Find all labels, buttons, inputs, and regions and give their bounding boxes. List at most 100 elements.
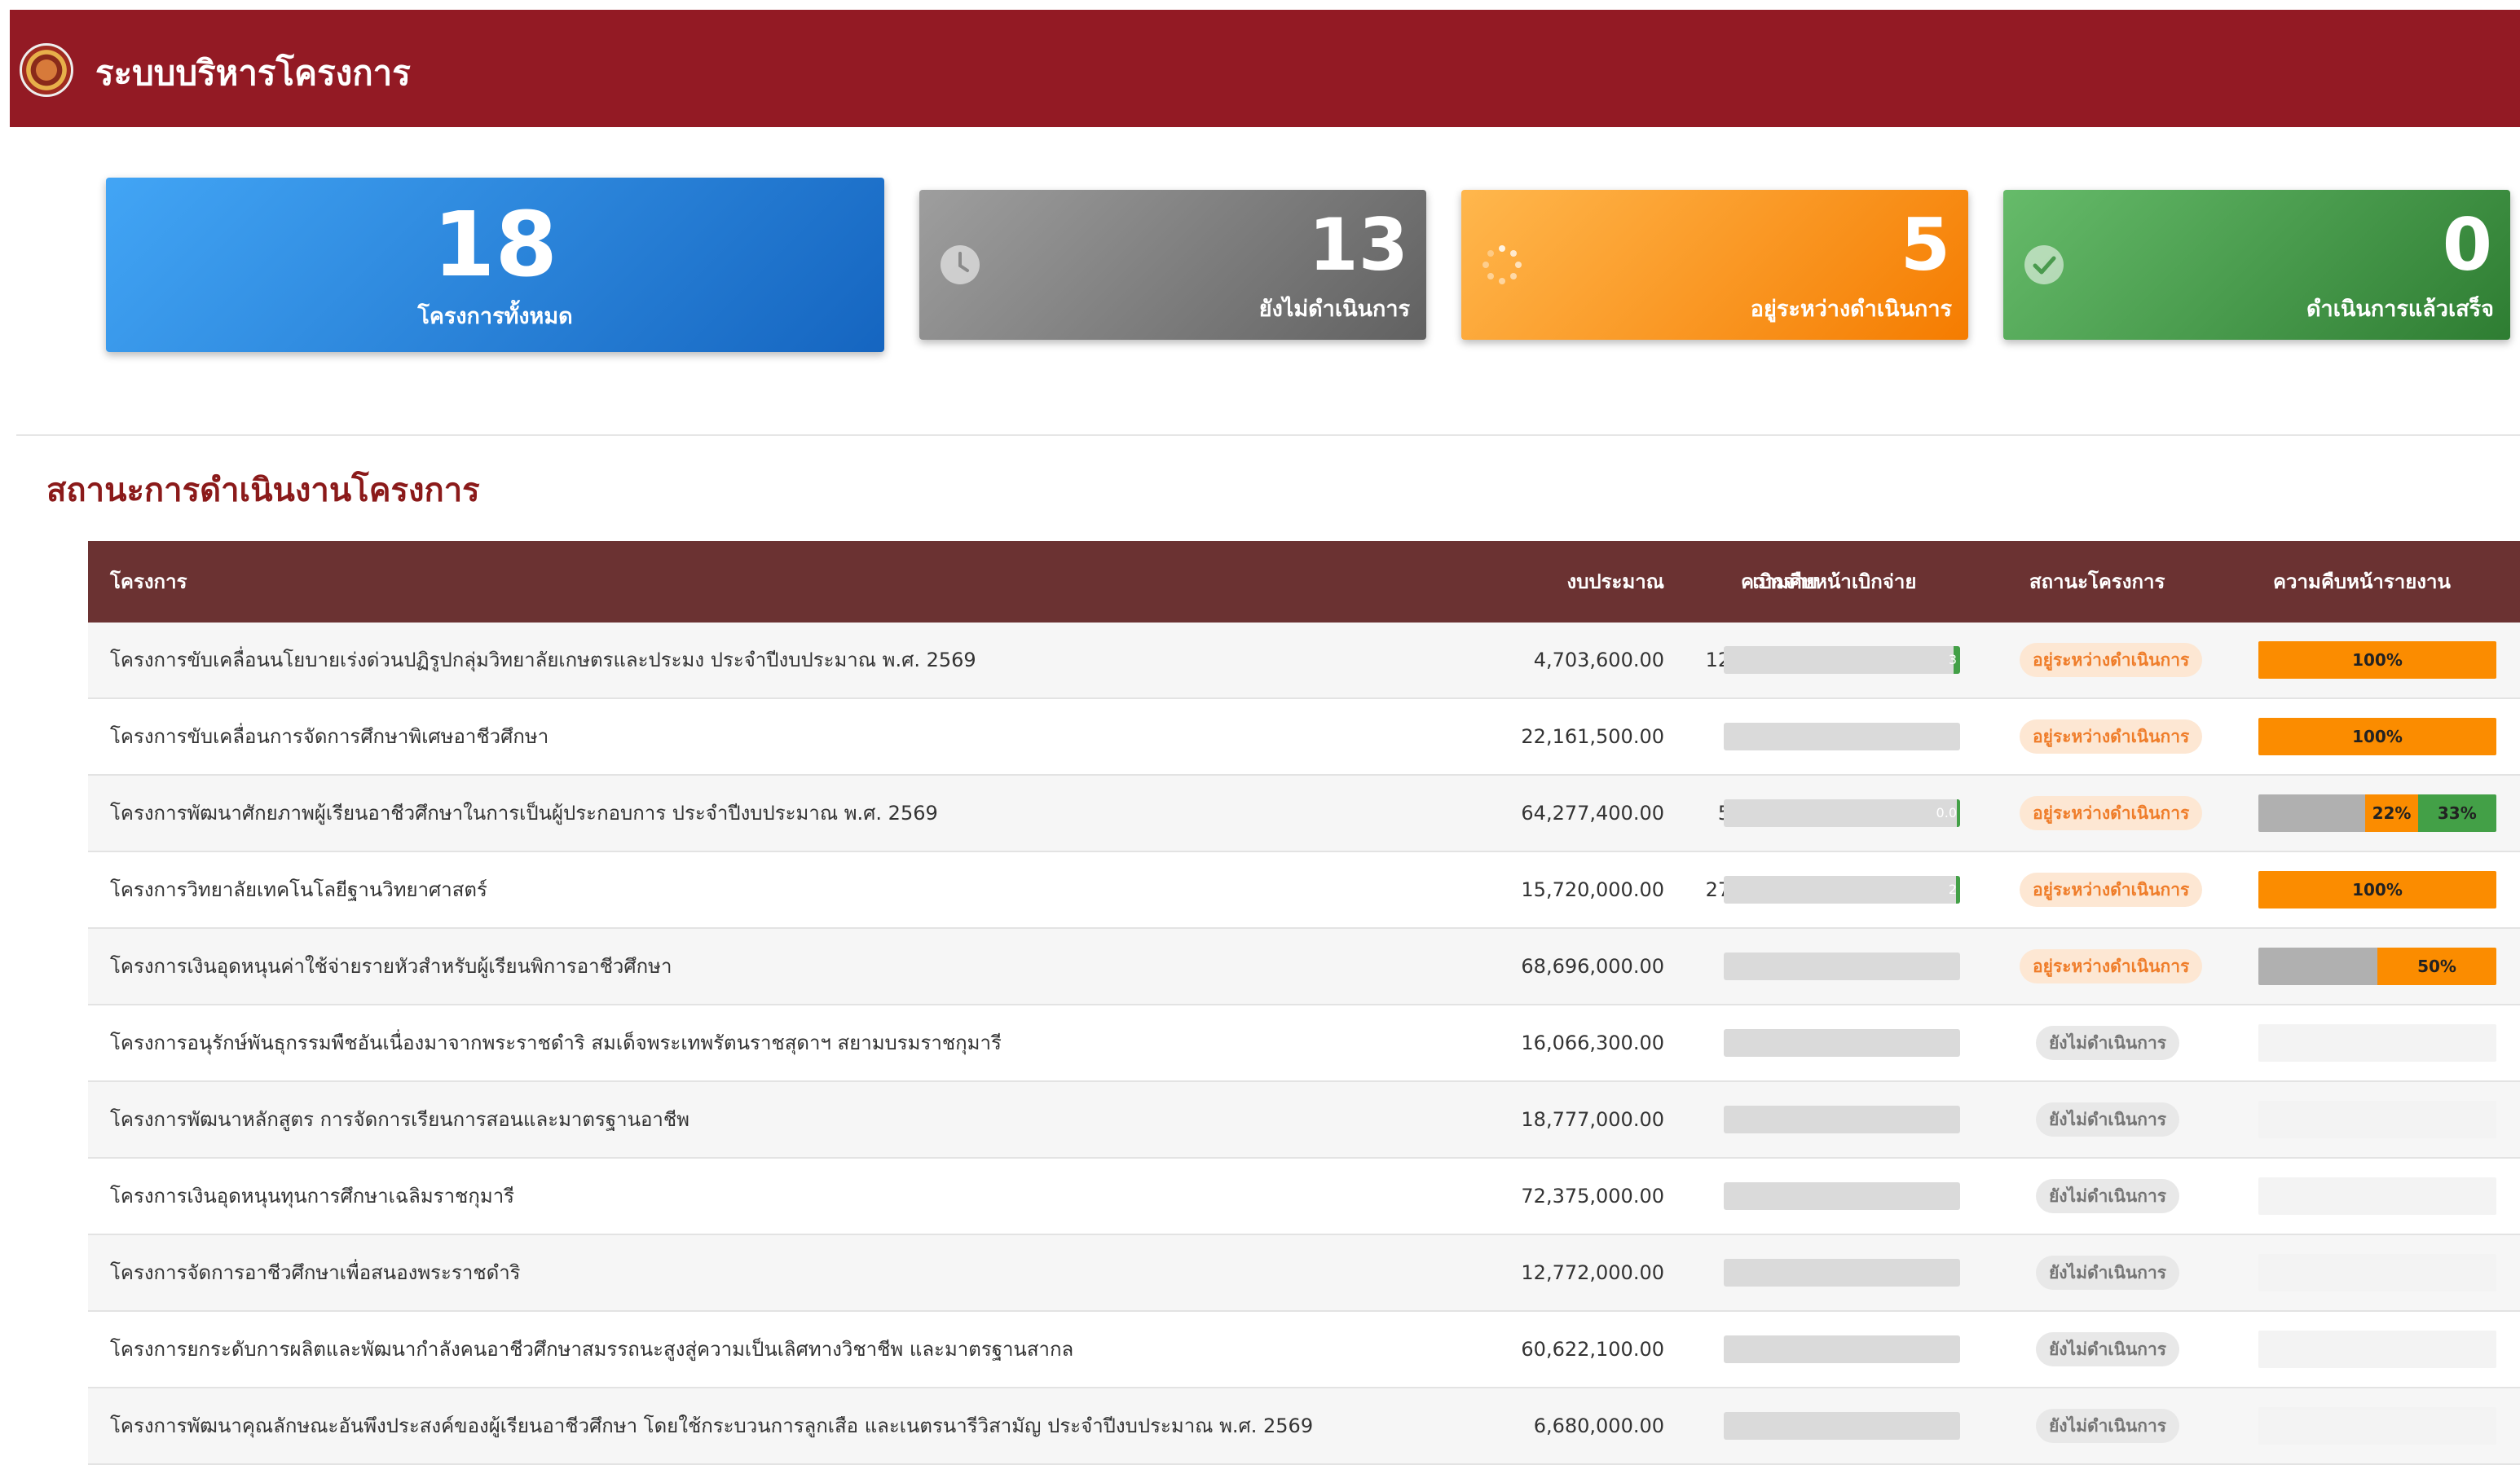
table-row[interactable]: โครงการยกระดับการผลิตและพัฒนากำลังคนอาชี… <box>88 1312 2520 1388</box>
status-badge: อยู่ระหว่างดำเนินการ <box>2020 873 2203 907</box>
report-progress-segment: 50% <box>2377 948 2496 985</box>
section-divider <box>16 434 2520 436</box>
report-progress-bar <box>2258 1407 2496 1445</box>
clock-icon <box>941 245 980 284</box>
project-name[interactable]: โครงการอนุรักษ์พันธุกรรมพืชอันเนื่องมาจา… <box>110 1005 1002 1080</box>
in-progress-label: อยู่ระหว่างดำเนินการ <box>1750 297 1952 322</box>
card-pending-projects[interactable]: 13 ยังไม่ดำเนินการ <box>919 190 1426 340</box>
status-badge: ยังไม่ดำเนินการ <box>2036 1179 2180 1213</box>
table-row[interactable]: โครงการพัฒนาคุณลักษณะอันพึงประสงค์ของผู้… <box>88 1388 2520 1465</box>
project-budget: 15,720,000.00 <box>1521 878 1664 901</box>
disbursement-progress-bar: 2 <box>1724 876 1960 904</box>
disbursement-progress-label: 0.0 <box>1936 805 1957 820</box>
section-title: สถานะการดำเนินงานโครงการ <box>46 472 480 509</box>
status-badge: ยังไม่ดำเนินการ <box>2036 1332 2180 1366</box>
report-progress-bar: 100% <box>2258 718 2496 755</box>
table-row[interactable]: โครงการขับเคลื่อนการจัดการศึกษาพิเศษอาชี… <box>88 699 2520 776</box>
table-row[interactable]: โครงการอนุรักษ์พันธุกรรมพืชอันเนื่องมาจา… <box>88 1005 2520 1082</box>
report-progress-bar: 22% 33% <box>2258 794 2496 832</box>
project-budget: 12,772,000.00 <box>1521 1261 1664 1284</box>
status-badge: ยังไม่ดำเนินการ <box>2036 1409 2180 1443</box>
project-budget: 18,777,000.00 <box>1521 1108 1664 1131</box>
table-row[interactable]: โครงการวิทยาลัยเทคโนโลยีฐานวิทยาศาสตร์ 15… <box>88 852 2520 929</box>
project-name[interactable]: โครงการจัดการอาชีวศึกษาเพื่อสนองพระราชดำ… <box>110 1235 521 1310</box>
disbursement-progress-bar <box>1724 1335 1960 1363</box>
table-row[interactable]: โครงการขับเคลื่อนนโยบายเร่งด่วนปฏิรูปกลุ… <box>88 623 2520 699</box>
status-badge: ยังไม่ดำเนินการ <box>2036 1256 2180 1290</box>
table-row[interactable]: โครงการเงินอุดหนุนทุนการศึกษาเฉลิมราชกุม… <box>88 1159 2520 1235</box>
table-row[interactable]: โครงการพัฒนาหลักสูตร การจัดการเรียนการสอ… <box>88 1082 2520 1159</box>
project-budget: 64,277,400.00 <box>1521 802 1664 825</box>
disbursement-progress-fill <box>1956 799 1960 827</box>
project-budget: 68,696,000.00 <box>1521 955 1664 978</box>
col-budget[interactable]: งบประมาณ <box>1566 541 1664 623</box>
total-label: โครงการทั้งหมด <box>417 304 573 329</box>
disbursement-progress-bar <box>1724 1259 1960 1287</box>
report-progress-bar <box>2258 1101 2496 1138</box>
disbursement-progress-label: 3 <box>1948 652 1957 667</box>
spinner-icon <box>1482 245 1522 284</box>
project-name[interactable]: โครงการขับเคลื่อนนโยบายเร่งด่วนปฏิรูปกลุ… <box>110 623 976 697</box>
disbursement-progress-bar <box>1724 1182 1960 1210</box>
project-name[interactable]: โครงการขับเคลื่อนการจัดการศึกษาพิเศษอาชี… <box>110 699 548 774</box>
status-badge: อยู่ระหว่างดำเนินการ <box>2020 796 2203 830</box>
completed-count: 0 <box>2442 203 2492 287</box>
report-progress-segment <box>2258 794 2366 832</box>
report-progress-segment: 100% <box>2258 718 2496 755</box>
report-progress-bar: 100% <box>2258 641 2496 679</box>
report-progress-bar: 100% <box>2258 871 2496 908</box>
project-budget: 4,703,600.00 <box>1533 649 1664 671</box>
project-budget: 6,680,000.00 <box>1533 1414 1664 1437</box>
app-title[interactable]: ระบบบริหารโครงการ <box>95 49 411 98</box>
project-name[interactable]: โครงการพัฒนาคุณลักษณะอันพึงประสงค์ของผู้… <box>110 1388 1313 1463</box>
report-progress-bar <box>2258 1024 2496 1062</box>
report-progress-segment: 33% <box>2417 794 2496 832</box>
disbursement-progress-bar: 0.0 <box>1724 799 1960 827</box>
project-budget: 72,375,000.00 <box>1521 1185 1664 1208</box>
projects-table: โครงการ งบประมาณ เบิกจ่าย ความคืบหน้าเบิ… <box>88 541 2520 1465</box>
project-budget: 16,066,300.00 <box>1521 1032 1664 1054</box>
disbursement-progress-bar <box>1724 1029 1960 1057</box>
table-row[interactable]: โครงการเงินอุดหนุนค่าใช้จ่ายรายหัวสำหรับ… <box>88 929 2520 1005</box>
card-total-projects[interactable]: 18 โครงการทั้งหมด <box>106 178 884 352</box>
project-name[interactable]: โครงการพัฒนาศักยภาพผู้เรียนอาชีวศึกษาในก… <box>110 776 938 851</box>
status-badge: อยู่ระหว่างดำเนินการ <box>2020 949 2203 983</box>
organization-logo[interactable] <box>20 43 73 97</box>
col-project-status[interactable]: สถานะโครงการ <box>2029 541 2165 623</box>
pending-label: ยังไม่ดำเนินการ <box>1258 297 1410 322</box>
disbursement-progress-bar: 3 <box>1724 646 1960 674</box>
project-name[interactable]: โครงการเงินอุดหนุนค่าใช้จ่ายรายหัวสำหรับ… <box>110 929 672 1004</box>
report-progress-segment: 100% <box>2258 641 2496 679</box>
app-header: ระบบบริหารโครงการ <box>10 10 2520 127</box>
card-completed-projects[interactable]: 0 ดำเนินการแล้วเสร็จ <box>2003 190 2510 340</box>
report-progress-bar <box>2258 1177 2496 1215</box>
project-name[interactable]: โครงการยกระดับการผลิตและพัฒนากำลังคนอาชี… <box>110 1312 1073 1387</box>
disbursement-progress-label: 2 <box>1948 882 1957 897</box>
card-in-progress-projects[interactable]: 5 อยู่ระหว่างดำเนินการ <box>1461 190 1968 340</box>
in-progress-count: 5 <box>1900 203 1950 287</box>
col-project[interactable]: โครงการ <box>110 541 187 623</box>
status-badge: อยู่ระหว่างดำเนินการ <box>2020 719 2203 754</box>
disbursement-progress-bar <box>1724 1412 1960 1440</box>
table-body: โครงการขับเคลื่อนนโยบายเร่งด่วนปฏิรูปกลุ… <box>88 623 2520 1465</box>
check-circle-icon <box>2024 245 2064 284</box>
total-count: 18 <box>432 192 558 297</box>
completed-label: ดำเนินการแล้วเสร็จ <box>2306 297 2494 322</box>
col-report-progress[interactable]: ความคืบหน้ารายงาน <box>2273 541 2451 623</box>
pending-count: 13 <box>1308 203 1408 287</box>
status-badge: อยู่ระหว่างดำเนินการ <box>2020 643 2203 677</box>
disbursement-progress-bar <box>1724 723 1960 750</box>
col-disbursement-progress[interactable]: ความคืบหน้าเบิกจ่าย <box>1741 541 1916 623</box>
project-name[interactable]: โครงการวิทยาลัยเทคโนโลยีฐานวิทยาศาสตร์ <box>110 852 487 927</box>
status-badge: ยังไม่ดำเนินการ <box>2036 1026 2180 1060</box>
project-budget: 60,622,100.00 <box>1521 1338 1664 1361</box>
project-name[interactable]: โครงการพัฒนาหลักสูตร การจัดการเรียนการสอ… <box>110 1082 689 1157</box>
status-badge: ยังไม่ดำเนินการ <box>2036 1102 2180 1137</box>
project-budget: 22,161,500.00 <box>1521 725 1664 748</box>
report-progress-segment <box>2258 948 2377 985</box>
report-progress-bar: 50% <box>2258 948 2496 985</box>
report-progress-bar <box>2258 1331 2496 1368</box>
table-row[interactable]: โครงการจัดการอาชีวศึกษาเพื่อสนองพระราชดำ… <box>88 1235 2520 1312</box>
table-row[interactable]: โครงการพัฒนาศักยภาพผู้เรียนอาชีวศึกษาในก… <box>88 776 2520 852</box>
project-name[interactable]: โครงการเงินอุดหนุนทุนการศึกษาเฉลิมราชกุม… <box>110 1159 514 1234</box>
